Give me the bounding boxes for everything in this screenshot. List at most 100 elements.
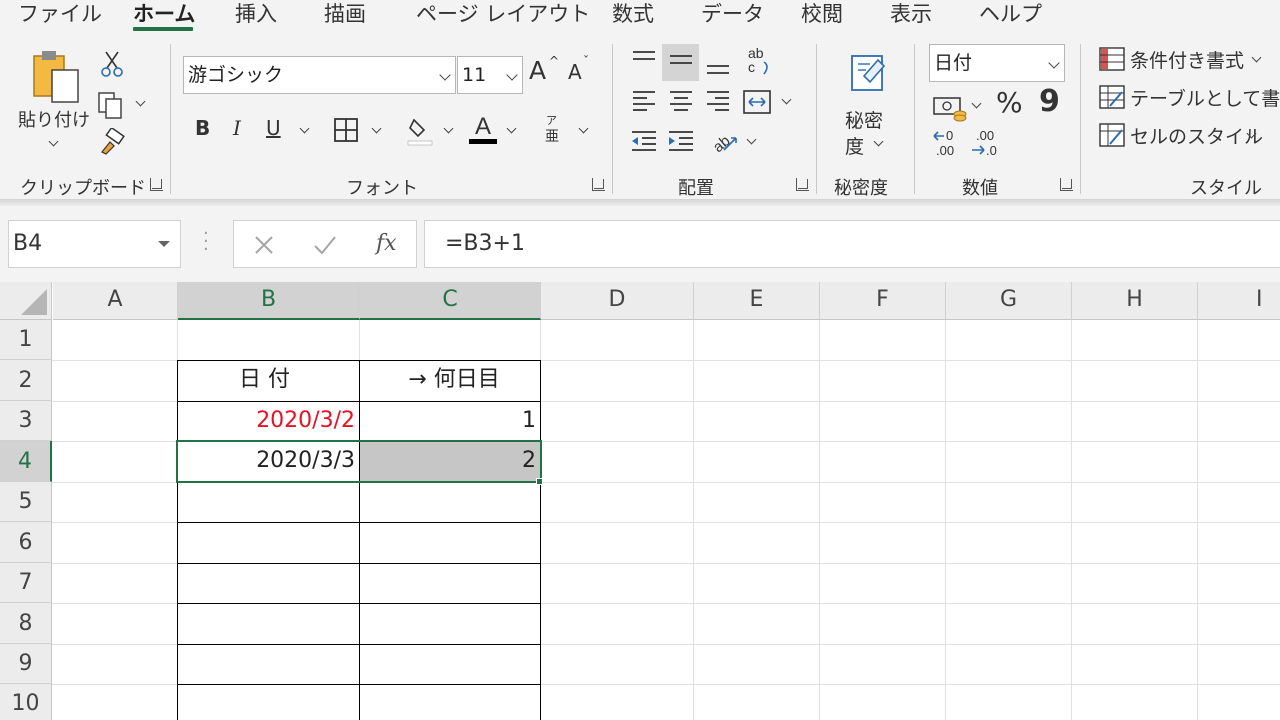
column-header-g[interactable]: G xyxy=(946,282,1072,320)
font-size-select[interactable]: 11 xyxy=(457,56,523,94)
decrease-indent-icon[interactable] xyxy=(630,128,658,156)
increase-font-size-button[interactable]: A xyxy=(529,56,546,85)
cell-c2[interactable]: → 何日目 xyxy=(360,360,540,400)
align-left-icon[interactable] xyxy=(630,88,658,114)
conditional-dropdown-icon[interactable] xyxy=(1251,52,1262,63)
row-header-7[interactable]: 7 xyxy=(0,563,52,603)
sensitivity-button-label-2[interactable]: 度 xyxy=(845,132,864,159)
row-header-6[interactable]: 6 xyxy=(0,522,52,563)
tab-data[interactable]: データ xyxy=(701,0,764,28)
column-header-a[interactable]: A xyxy=(53,282,178,320)
fill-color-dropdown-icon[interactable] xyxy=(443,123,454,134)
column-header-c[interactable]: C xyxy=(360,282,541,320)
row-header-5[interactable]: 5 xyxy=(0,482,52,522)
conditional-formatting-icon[interactable] xyxy=(1098,46,1126,72)
row-header-2[interactable]: 2 xyxy=(0,360,52,401)
format-as-table-icon[interactable] xyxy=(1098,84,1126,110)
alignment-launcher-icon[interactable] xyxy=(796,178,809,191)
fill-handle[interactable] xyxy=(536,478,543,485)
tab-file[interactable]: ファイル xyxy=(18,0,102,28)
format-painter-icon[interactable] xyxy=(98,128,126,156)
cell-c4[interactable]: 2 xyxy=(360,441,536,481)
number-format-select[interactable]: 日付 xyxy=(929,44,1065,82)
font-color-dropdown-icon[interactable] xyxy=(506,123,517,134)
cell-b2[interactable]: 日 付 xyxy=(178,360,359,400)
cell-c3[interactable]: 1 xyxy=(360,401,536,441)
tab-formulas[interactable]: 数式 xyxy=(612,0,654,28)
fill-color-icon[interactable] xyxy=(406,114,434,146)
cell-b3[interactable]: 2020/3/2 xyxy=(178,401,355,441)
underline-button[interactable]: U xyxy=(266,116,281,140)
insert-function-button[interactable]: fx xyxy=(376,231,397,256)
font-color-icon[interactable]: A xyxy=(468,112,498,146)
paste-dropdown-icon[interactable] xyxy=(48,136,59,147)
underline-dropdown-icon[interactable] xyxy=(299,123,310,134)
row-header-9[interactable]: 9 xyxy=(0,644,52,684)
paste-button[interactable] xyxy=(30,48,80,104)
row-header-3[interactable]: 3 xyxy=(0,401,52,441)
column-header-h[interactable]: H xyxy=(1072,282,1198,320)
orientation-icon[interactable]: ab xyxy=(710,126,740,156)
orientation-dropdown-icon[interactable] xyxy=(746,134,757,145)
tab-page-layout[interactable]: ページ レイアウト xyxy=(416,0,590,28)
cell-styles-icon[interactable] xyxy=(1098,122,1126,148)
worksheet-grid[interactable]: A B C D E F G H I 1 2 3 4 5 6 7 8 9 10 日… xyxy=(0,282,1280,720)
font-launcher-icon[interactable] xyxy=(592,178,605,191)
increase-indent-icon[interactable] xyxy=(667,128,695,156)
sensitivity-icon[interactable] xyxy=(846,48,890,94)
column-header-e[interactable]: E xyxy=(694,282,820,320)
column-header-d[interactable]: D xyxy=(541,282,694,320)
format-as-table-button[interactable]: テーブルとして書式 xyxy=(1130,84,1280,111)
copy-dropdown-icon[interactable] xyxy=(135,96,146,107)
comma-style-button[interactable]: 9 xyxy=(1039,84,1060,119)
align-top-icon[interactable] xyxy=(630,48,658,74)
tab-review[interactable]: 校閲 xyxy=(801,0,843,28)
cancel-icon[interactable] xyxy=(252,233,276,257)
align-middle-icon[interactable] xyxy=(667,48,695,74)
formula-bar-splitter[interactable]: · · · xyxy=(203,225,209,259)
merge-center-icon[interactable] xyxy=(742,88,772,116)
conditional-formatting-button[interactable]: 条件付き書式 xyxy=(1130,46,1244,73)
accounting-format-icon[interactable] xyxy=(932,92,968,124)
clipboard-launcher-icon[interactable] xyxy=(150,178,163,191)
row-header-8[interactable]: 8 xyxy=(0,603,52,644)
row-header-1[interactable]: 1 xyxy=(0,320,52,360)
cell-styles-button[interactable]: セルのスタイル xyxy=(1130,122,1263,149)
tab-draw[interactable]: 描画 xyxy=(324,0,366,28)
bold-button[interactable]: B xyxy=(195,116,210,140)
copy-icon[interactable] xyxy=(96,90,126,120)
increase-decimal-icon[interactable]: 0 .00 xyxy=(932,128,966,158)
decrease-font-size-button[interactable]: A xyxy=(568,60,582,84)
text-direction-icon[interactable]: ab c xyxy=(742,44,774,78)
row-header-10[interactable]: 10 xyxy=(0,684,52,720)
column-header-i[interactable]: I xyxy=(1198,282,1280,320)
align-bottom-icon[interactable] xyxy=(704,52,732,78)
cut-icon[interactable] xyxy=(100,50,124,78)
column-header-f[interactable]: F xyxy=(820,282,946,320)
phonetic-dropdown-icon[interactable] xyxy=(578,123,589,134)
align-right-icon[interactable] xyxy=(704,88,732,114)
number-launcher-icon[interactable] xyxy=(1060,178,1073,191)
borders-dropdown-icon[interactable] xyxy=(371,123,382,134)
percent-style-button[interactable]: % xyxy=(996,86,1023,119)
enter-icon[interactable] xyxy=(312,233,338,257)
sensitivity-dropdown-icon[interactable] xyxy=(873,136,884,147)
paste-label[interactable]: 貼り付け xyxy=(18,106,90,132)
accounting-dropdown-icon[interactable] xyxy=(971,98,982,109)
borders-icon[interactable] xyxy=(332,116,360,144)
row-header-4[interactable]: 4 xyxy=(0,441,52,482)
tab-insert[interactable]: 挿入 xyxy=(235,0,277,28)
cell-b4[interactable]: 2020/3/3 xyxy=(178,441,355,481)
decrease-decimal-icon[interactable]: .00 .0 xyxy=(970,128,1004,158)
column-header-b[interactable]: B xyxy=(178,282,360,320)
merge-dropdown-icon[interactable] xyxy=(781,94,792,105)
tab-help[interactable]: ヘルプ xyxy=(979,0,1042,28)
name-box-dropdown-icon[interactable] xyxy=(158,241,170,247)
sensitivity-button-label-1[interactable]: 秘密 xyxy=(845,106,883,133)
tab-home[interactable]: ホーム xyxy=(133,0,195,28)
phonetic-bottom[interactable]: 亜 xyxy=(545,126,559,146)
align-center-icon[interactable] xyxy=(667,88,695,114)
name-box[interactable]: B4 xyxy=(8,220,181,268)
tab-view[interactable]: 表示 xyxy=(890,0,932,28)
font-name-select[interactable]: 游ゴシック xyxy=(183,56,456,94)
